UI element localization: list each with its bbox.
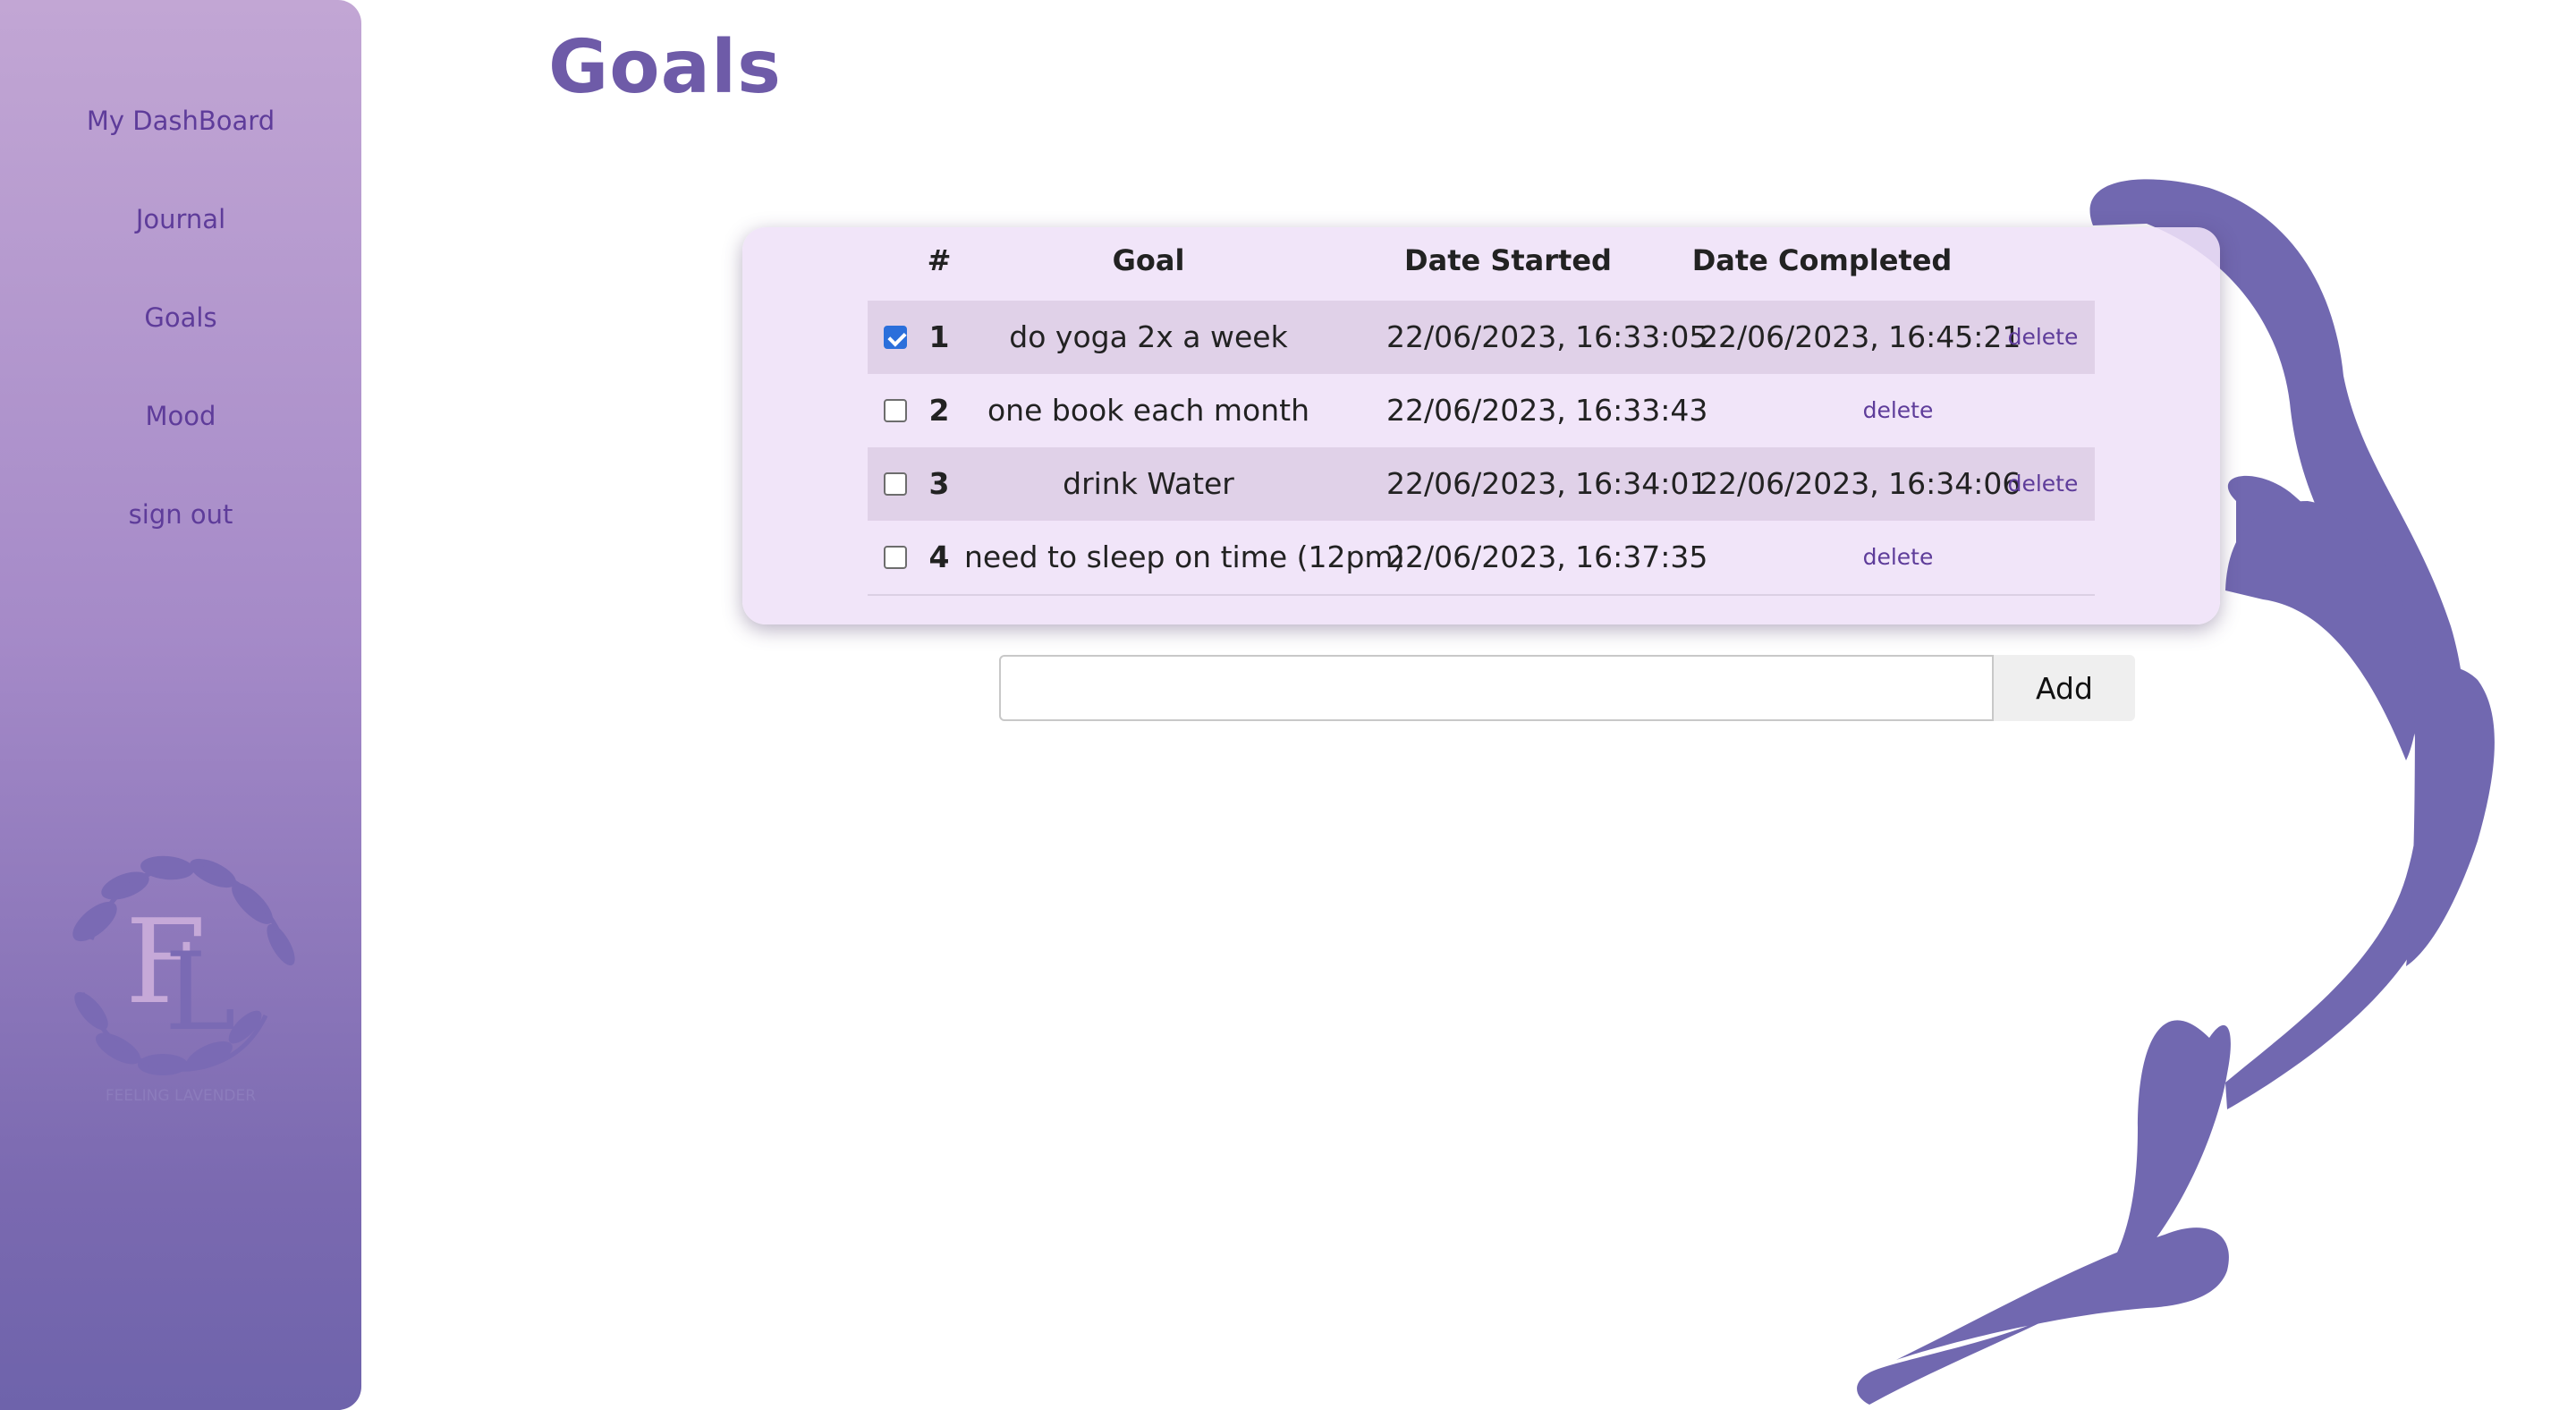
nav-item-mood[interactable]: Mood [0, 401, 361, 431]
goal-date-started: 22/06/2023, 16:33:43 [1386, 393, 1708, 428]
delete-goal-link[interactable]: delete [1996, 301, 2089, 374]
goal-text: do yoga 2x a week [1009, 319, 1288, 354]
goal-row: 1 do yoga 2x a week 22/06/2023, 16:33:05… [868, 301, 2095, 374]
goal-date-completed: 22/06/2023, 16:45:21 [1699, 319, 2021, 354]
goal-row: 3 drink Water 22/06/2023, 16:34:01 22/06… [868, 447, 2095, 521]
nav-item-dashboard[interactable]: My DashBoard [0, 106, 361, 136]
goal-number: 3 [928, 466, 950, 501]
goals-table-header: # Goal Date Started Date Completed [868, 243, 2095, 286]
nav-item-journal[interactable]: Journal [0, 204, 361, 234]
column-header-goal: Goal [1112, 243, 1185, 277]
new-goal-input[interactable] [999, 655, 1994, 721]
table-divider [868, 594, 2095, 596]
add-goal-button[interactable]: Add [1994, 655, 2135, 721]
goal-row: 4 need to sleep on time (12pm) 22/06/202… [868, 521, 2095, 594]
goal-text: need to sleep on time (12pm) [964, 539, 1405, 574]
delete-goal-link[interactable]: delete [1852, 521, 1945, 594]
nav-item-sign-out[interactable]: sign out [0, 499, 361, 530]
goal-checkbox[interactable] [884, 326, 907, 349]
goal-number: 1 [928, 319, 950, 354]
goal-checkbox[interactable] [884, 472, 907, 496]
goal-date-started: 22/06/2023, 16:33:05 [1386, 319, 1708, 354]
feeling-lavender-logo: F L FEELING LAVENDER [72, 855, 295, 1105]
goal-text: drink Water [1063, 466, 1234, 501]
column-header-date-started: Date Started [1404, 243, 1612, 277]
goal-row: 2 one book each month 22/06/2023, 16:33:… [868, 374, 2095, 447]
column-header-date-completed: Date Completed [1691, 243, 1953, 277]
logo-letter-l: L [165, 930, 236, 1055]
goal-date-completed: 22/06/2023, 16:34:06 [1699, 466, 2021, 501]
column-header-number: # [927, 243, 952, 277]
page-title: Goals [548, 25, 782, 110]
goal-number: 2 [928, 393, 950, 428]
delete-goal-link[interactable]: delete [1996, 447, 2089, 521]
goal-checkbox[interactable] [884, 399, 907, 422]
nav-item-goals[interactable]: Goals [0, 302, 361, 333]
delete-goal-link[interactable]: delete [1852, 374, 1945, 447]
goal-number: 4 [928, 539, 950, 574]
goal-date-started: 22/06/2023, 16:34:01 [1386, 466, 1708, 501]
sidebar: My DashBoard Journal Goals Mood sign out… [0, 0, 361, 1410]
goal-text: one book each month [987, 393, 1309, 428]
logo-caption: FEELING LAVENDER [106, 1087, 256, 1105]
goal-date-started: 22/06/2023, 16:37:35 [1386, 539, 1708, 574]
goal-checkbox[interactable] [884, 546, 907, 569]
